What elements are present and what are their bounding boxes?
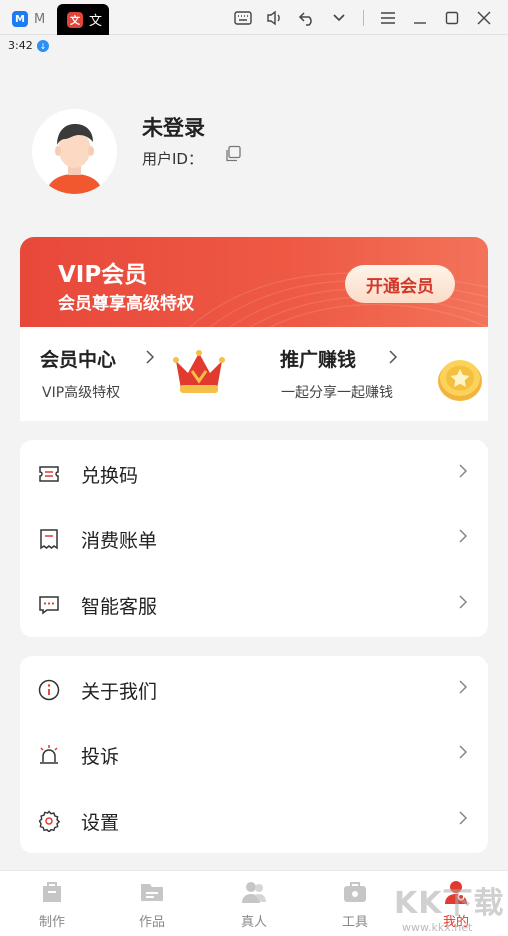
back-icon[interactable]	[291, 6, 323, 30]
menu-row-label: 关于我们	[81, 681, 158, 703]
maximize-icon[interactable]	[436, 6, 468, 30]
watermark: KK下载	[394, 886, 505, 921]
gear-icon	[38, 810, 61, 833]
menu-row-customer-service[interactable]: 智能客服	[20, 574, 488, 634]
chat-icon	[38, 594, 60, 616]
promote-subtitle: 一起分享一起赚钱	[281, 385, 393, 401]
nav-tab-make[interactable]: 制作	[22, 879, 82, 930]
volume-icon[interactable]	[259, 6, 291, 30]
user-name[interactable]: 未登录	[142, 112, 205, 142]
keyboard-icon[interactable]	[227, 6, 259, 30]
people-icon	[241, 879, 267, 905]
nav-tab-label: 工具	[341, 915, 368, 930]
member-center-subtitle: VIP高级特权	[42, 385, 121, 401]
vip-title: VIP会员	[58, 262, 148, 288]
menu-row-label: 消费账单	[81, 530, 158, 552]
menu-row-label: 设置	[81, 812, 120, 834]
toolbox-icon	[342, 879, 368, 905]
menu-row-settings[interactable]: 设置	[20, 790, 488, 850]
status-bar: 3:42 ↓	[0, 36, 508, 56]
nav-tab-real-person[interactable]: 真人	[224, 879, 284, 930]
menu-row-redeem-code[interactable]: 兑换码	[20, 443, 488, 503]
menu-row-label: 投诉	[81, 746, 120, 768]
watermark-url: www.kkx.net	[402, 921, 473, 934]
emulator-tab-active[interactable]: 文 文	[57, 4, 109, 35]
chevron-right-icon	[458, 463, 468, 483]
minimize-icon[interactable]	[404, 6, 436, 30]
user-id-label: 用户ID：	[142, 150, 203, 168]
open-vip-button[interactable]: 开通会员	[345, 265, 455, 303]
info-icon	[38, 679, 60, 701]
nav-tab-label: 真人	[240, 915, 267, 930]
bag-icon	[39, 879, 65, 905]
emulator-toolbar: M M 文 文	[0, 0, 508, 35]
emulator-tab-active-label: 文	[89, 14, 103, 29]
nav-tab-tools[interactable]: 工具	[325, 879, 385, 930]
coin-icon	[436, 355, 486, 407]
status-time: 3:42	[8, 39, 33, 52]
promote-title: 推广赚钱	[280, 349, 357, 371]
app-logo-icon: M	[12, 11, 28, 27]
emulator-tab-inactive[interactable]: M M	[12, 6, 56, 32]
chevron-down-icon[interactable]	[323, 6, 355, 30]
chevron-right-icon	[458, 594, 468, 614]
member-center-title: 会员中心	[40, 349, 117, 371]
menu-row-about[interactable]: 关于我们	[20, 659, 488, 719]
member-shortcuts: 会员中心 VIP高级特权 推广赚钱 一起分享一起赚钱	[20, 327, 488, 421]
menu-row-label: 智能客服	[81, 596, 158, 618]
receipt-icon	[38, 528, 60, 550]
nav-tab-label: 作品	[138, 915, 165, 930]
copy-icon[interactable]	[224, 145, 242, 163]
crown-icon	[172, 349, 226, 401]
vip-banner[interactable]: VIP会员 会员尊享高级特权 开通会员	[20, 237, 488, 327]
download-notification-icon: ↓	[37, 40, 49, 52]
chevron-right-icon	[145, 349, 155, 368]
menu-row-bill[interactable]: 消费账单	[20, 508, 488, 568]
promote-earn-entry[interactable]: 推广赚钱 一起分享一起赚钱	[254, 327, 488, 421]
alarm-icon	[38, 744, 60, 766]
emulator-tab-label: M	[34, 11, 46, 27]
close-icon[interactable]	[468, 6, 500, 30]
chevron-right-icon	[458, 679, 468, 699]
menu-card-general: 关于我们 投诉 设置	[20, 656, 488, 853]
menu-icon[interactable]	[372, 6, 404, 30]
chevron-right-icon	[388, 349, 398, 368]
avatar[interactable]	[32, 109, 117, 194]
menu-row-label: 兑换码	[81, 465, 139, 487]
folder-icon	[139, 879, 165, 905]
nav-tab-label: 制作	[38, 915, 65, 930]
nav-tab-works[interactable]: 作品	[122, 879, 182, 930]
menu-row-complaint[interactable]: 投诉	[20, 724, 488, 784]
chevron-right-icon	[458, 810, 468, 830]
chevron-right-icon	[458, 528, 468, 548]
app-tab-icon: 文	[67, 11, 83, 28]
toolbar-divider	[363, 10, 364, 26]
ticket-icon	[38, 463, 60, 485]
menu-card-account: 兑换码 消费账单 智能客服	[20, 440, 488, 637]
chevron-right-icon	[458, 744, 468, 764]
vip-subtitle: 会员尊享高级特权	[58, 294, 194, 314]
member-center-entry[interactable]: 会员中心 VIP高级特权	[20, 327, 254, 421]
